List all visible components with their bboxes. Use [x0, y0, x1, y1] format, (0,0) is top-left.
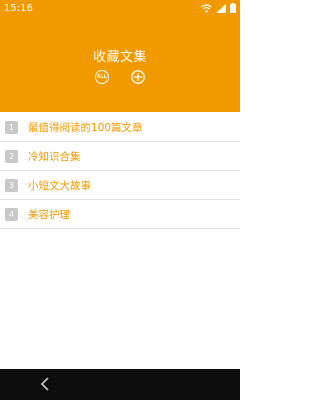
item-title: 最值得阅读的100篇文章 — [28, 122, 143, 134]
wifi-icon — [201, 3, 212, 13]
item-index-badge: 3 — [5, 179, 18, 192]
navigation-bar — [0, 369, 240, 400]
page-title: 收藏文集 — [92, 50, 147, 65]
status-bar: 15:16 — [0, 0, 240, 18]
list-item[interactable]: 2 冷知识合集 — [0, 142, 240, 171]
status-icons — [201, 3, 236, 13]
battery-icon — [230, 3, 236, 13]
item-index-badge: 2 — [5, 150, 18, 163]
chevron-left-icon[interactable] — [38, 376, 54, 392]
header-actions: ALL — [0, 70, 240, 88]
list-item[interactable]: 4 美容护理 — [0, 200, 240, 229]
show-all-button[interactable]: ALL — [95, 70, 109, 84]
list-item[interactable]: 1 最值得阅读的100篇文章 — [0, 113, 240, 142]
item-index-badge: 4 — [5, 208, 18, 221]
signal-icon — [216, 3, 226, 13]
item-title: 小短文大故事 — [28, 180, 91, 192]
item-title: 冷知识合集 — [28, 151, 81, 163]
collection-list: 1 最值得阅读的100篇文章 2 冷知识合集 3 小短文大故事 4 美容护理 — [0, 113, 240, 229]
item-title: 美容护理 — [28, 209, 70, 221]
all-label: ALL — [96, 73, 108, 80]
header: 收藏文集 ALL — [0, 18, 240, 112]
list-item[interactable]: 3 小短文大故事 — [0, 171, 240, 200]
plus-circle-icon[interactable] — [131, 70, 145, 84]
status-time: 15:16 — [4, 3, 33, 14]
item-index-badge: 1 — [5, 121, 18, 134]
